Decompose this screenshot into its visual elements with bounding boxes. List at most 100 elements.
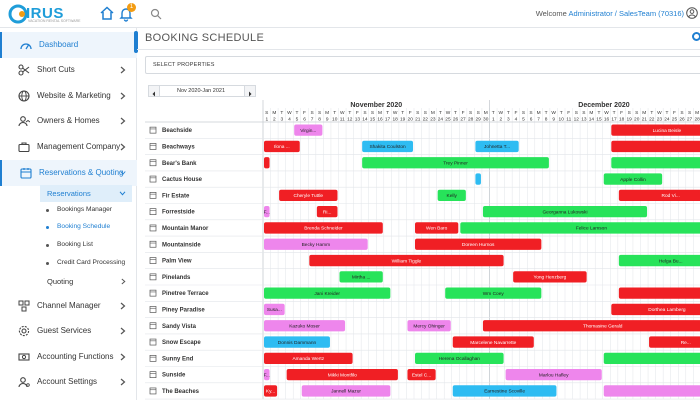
- property-name[interactable]: Bear's Bank: [162, 161, 197, 167]
- calendar-icon[interactable]: [149, 143, 157, 150]
- property-name[interactable]: Sandy Vista: [162, 324, 197, 330]
- property-name[interactable]: Fir Estate: [162, 193, 190, 199]
- booking-guest-label: Dorthea Lamberg: [648, 307, 686, 313]
- submenu-item-quoting[interactable]: Quoting: [40, 273, 132, 290]
- calendar-icon[interactable]: [149, 289, 157, 297]
- day-letter-label: T: [348, 110, 351, 116]
- ciirus-logo[interactable]: IRUS VACATION RENTAL SOFTWARE: [8, 4, 88, 24]
- booking-bar[interactable]: [611, 157, 700, 169]
- day-number-label: 17: [611, 117, 617, 123]
- property-name[interactable]: Cactus House: [162, 177, 203, 183]
- calendar-icon[interactable]: [149, 257, 157, 264]
- calendar-icon[interactable]: [149, 387, 157, 395]
- booking-bar[interactable]: [603, 352, 700, 364]
- booking-guest-label: Ilona ...: [274, 144, 290, 150]
- booking-bar[interactable]: [618, 189, 700, 201]
- user-icon[interactable]: [686, 7, 698, 19]
- submenu-item-booking-schedule[interactable]: Booking Schedule: [40, 219, 132, 236]
- chevron-right-icon: [249, 91, 252, 97]
- property-name[interactable]: Sunny End: [162, 356, 194, 362]
- calendar-icon[interactable]: [149, 355, 157, 362]
- day-number-label: 10: [559, 117, 565, 123]
- submenu-item-credit-card-processing[interactable]: Credit Card Processing: [40, 255, 132, 272]
- calendar-icon[interactable]: [149, 338, 157, 346]
- calendar-icon[interactable]: [149, 126, 157, 134]
- booking-guest-label: Yong Henzberg: [533, 275, 566, 281]
- sidebar-item-short-cuts[interactable]: Short Cuts: [0, 57, 137, 83]
- property-name[interactable]: The Beaches: [162, 389, 200, 395]
- calendar-icon[interactable]: [149, 224, 157, 232]
- day-letter-label: S: [680, 110, 683, 116]
- sidebar-item-website-marketing[interactable]: Website & Marketing: [0, 83, 137, 109]
- calendar-icon[interactable]: [149, 273, 157, 281]
- logo-tagline: VACATION RENTAL SOFTWARE: [28, 19, 81, 23]
- property-name[interactable]: Pinetree Terrace: [162, 291, 209, 297]
- notifications-button[interactable]: 1: [118, 3, 136, 22]
- booking-bar[interactable]: [618, 287, 700, 299]
- calendar-icon[interactable]: [149, 240, 157, 248]
- booking-guest-label: Ri...: [323, 209, 332, 215]
- day-number-label: 3: [281, 117, 284, 123]
- calendar-icon[interactable]: [149, 322, 157, 330]
- sidebar-item-guest-services[interactable]: Guest Services: [0, 318, 137, 344]
- calendar-icon[interactable]: [149, 175, 157, 183]
- property-name[interactable]: Piney Paradise: [162, 307, 205, 313]
- calendar-icon[interactable]: [149, 371, 157, 378]
- property-name[interactable]: Palm View: [162, 259, 192, 265]
- booking-bar[interactable]: [264, 157, 270, 169]
- property-name[interactable]: Sunside: [162, 373, 186, 379]
- prev-range-button[interactable]: [149, 86, 160, 97]
- day-letter-label: W: [393, 110, 398, 116]
- submenu-item-booking-list[interactable]: Booking List: [40, 237, 132, 254]
- sidebar-item-dashboard[interactable]: Dashboard: [0, 32, 137, 58]
- sidebar-item-channel-manager[interactable]: Channel Manager: [0, 293, 137, 319]
- home-icon[interactable]: [100, 6, 114, 20]
- sidebar-item-owners-homes[interactable]: Owners & Homes: [0, 108, 137, 134]
- booking-guest-label: Apple Collin: [620, 177, 646, 183]
- booking-bar[interactable]: [603, 385, 700, 397]
- day-number-label: 13: [581, 117, 587, 123]
- day-letter-label: S: [529, 110, 532, 116]
- calendar-icon[interactable]: [149, 306, 157, 313]
- day-number-label: 16: [604, 117, 610, 123]
- property-name[interactable]: Mountainside: [162, 242, 201, 248]
- submenu-item-bookings-manager[interactable]: Bookings Manager: [40, 202, 132, 219]
- booking-guest-label: Trey Pinner: [443, 160, 468, 166]
- property-name[interactable]: Snow Escape: [162, 340, 201, 346]
- day-letter-label: T: [280, 110, 283, 116]
- next-range-button[interactable]: [244, 86, 255, 97]
- sidebar-item-label: Management Company: [37, 142, 121, 151]
- booking-bar[interactable]: [475, 173, 481, 185]
- day-number-label: 26: [679, 117, 685, 123]
- divider: [137, 49, 700, 50]
- submenu-reservations[interactable]: Reservations: [40, 185, 132, 202]
- property-name[interactable]: Mountain Manor: [162, 226, 209, 232]
- property-name[interactable]: Forrestside: [162, 210, 195, 216]
- calendar-icon[interactable]: [149, 208, 157, 216]
- calendar-icon[interactable]: [149, 191, 157, 199]
- booking-bar[interactable]: [649, 336, 700, 348]
- calendar-icon[interactable]: [149, 159, 157, 167]
- day-letter-label: T: [296, 110, 299, 116]
- day-number-label: 20: [634, 117, 640, 123]
- sidebar-item-management-company[interactable]: Management Company: [0, 134, 137, 160]
- submenu-reservations-label: Reservations: [47, 189, 91, 198]
- booking-bar[interactable]: [611, 140, 700, 153]
- sidebar-item-reservations-quoting[interactable]: Reservations & Quoting: [0, 160, 137, 186]
- select-properties-dropdown[interactable]: SELECT PROPERTIES: [145, 56, 700, 74]
- property-name[interactable]: Pinelands: [162, 275, 191, 281]
- bullet-icon: [46, 244, 49, 247]
- sidebar-item-accounting-functions[interactable]: Accounting Functions: [0, 344, 137, 370]
- day-number-label: 18: [392, 117, 398, 123]
- day-number-label: 5: [522, 117, 525, 123]
- sidebar-item-label: Guest Services: [37, 326, 92, 335]
- day-letter-label: S: [363, 110, 366, 116]
- globe-icon: [18, 90, 30, 102]
- property-name[interactable]: Beachways: [162, 144, 195, 150]
- booking-guest-label: Jannell Mazur: [331, 389, 361, 395]
- search-icon[interactable]: [150, 8, 162, 20]
- welcome-user[interactable]: Administrator / SalesTeam (70316): [569, 9, 684, 18]
- settings-circle-icon[interactable]: [692, 32, 700, 41]
- sidebar-item-account-settings[interactable]: Account Settings: [0, 369, 137, 395]
- property-name[interactable]: Beachside: [162, 128, 193, 134]
